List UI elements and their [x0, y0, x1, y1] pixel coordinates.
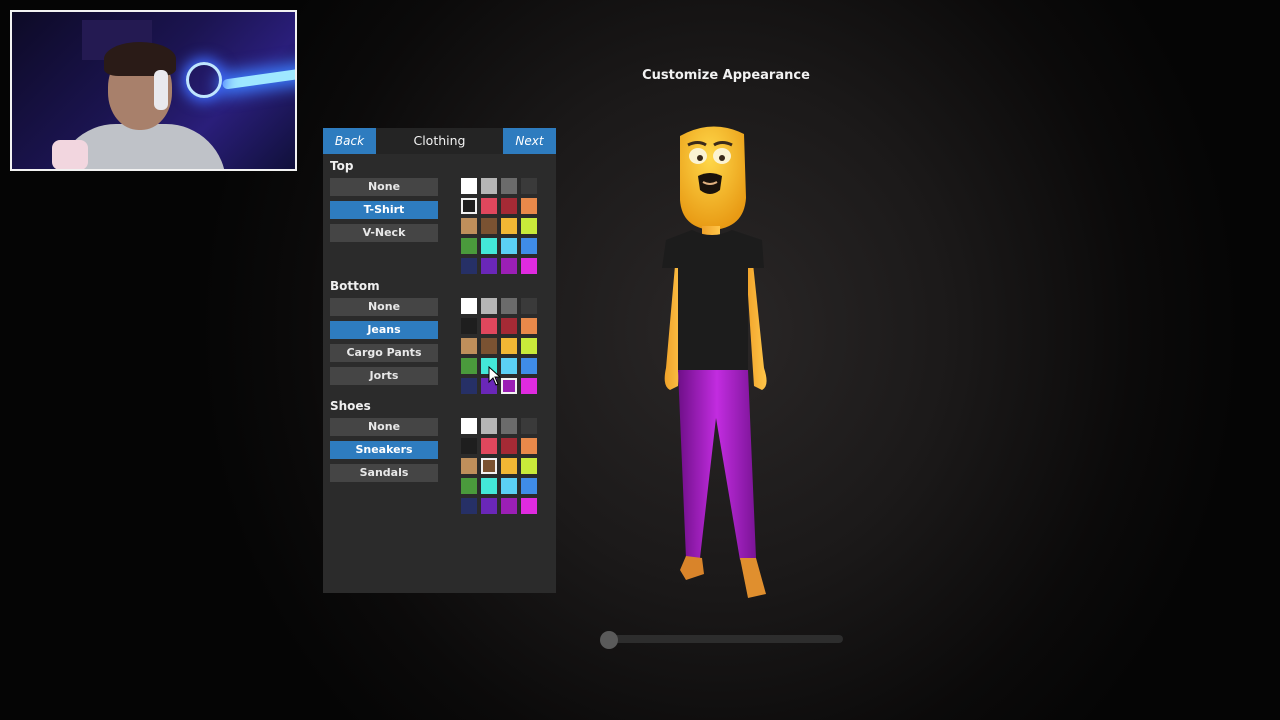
- color-swatch[interactable]: [461, 498, 477, 514]
- color-swatch[interactable]: [521, 378, 537, 394]
- color-swatch[interactable]: [521, 358, 537, 374]
- color-swatch[interactable]: [501, 258, 517, 274]
- color-swatch[interactable]: [521, 338, 537, 354]
- color-swatch[interactable]: [521, 198, 537, 214]
- rotation-slider-thumb[interactable]: [600, 631, 618, 649]
- color-swatch[interactable]: [501, 218, 517, 234]
- bottom-option-jorts[interactable]: Jorts: [330, 367, 438, 385]
- section-label-bottom: Bottom: [330, 279, 380, 293]
- color-swatch[interactable]: [501, 318, 517, 334]
- webcam-overlay: [10, 10, 297, 171]
- color-swatch[interactable]: [501, 418, 517, 434]
- color-swatch[interactable]: [521, 458, 537, 474]
- color-swatch[interactable]: [501, 498, 517, 514]
- color-swatch[interactable]: [481, 238, 497, 254]
- webcam-microphone: [52, 140, 88, 169]
- color-swatch[interactable]: [461, 358, 477, 374]
- top-option-vneck[interactable]: V-Neck: [330, 224, 438, 242]
- color-swatch[interactable]: [521, 318, 537, 334]
- color-swatch[interactable]: [481, 338, 497, 354]
- mouse-cursor-icon: [488, 366, 502, 386]
- color-swatch[interactable]: [501, 178, 517, 194]
- bottom-option-none[interactable]: None: [330, 298, 438, 316]
- color-swatch[interactable]: [481, 498, 497, 514]
- color-swatch[interactable]: [521, 438, 537, 454]
- color-swatch[interactable]: [481, 298, 497, 314]
- color-swatch[interactable]: [501, 378, 517, 394]
- color-swatch[interactable]: [501, 438, 517, 454]
- color-swatch[interactable]: [481, 258, 497, 274]
- shoes-option-none[interactable]: None: [330, 418, 438, 436]
- color-swatch[interactable]: [521, 418, 537, 434]
- color-swatch[interactable]: [461, 418, 477, 434]
- color-swatch[interactable]: [501, 238, 517, 254]
- color-swatch[interactable]: [521, 178, 537, 194]
- character-left-shoe: [680, 556, 704, 580]
- color-swatch[interactable]: [481, 438, 497, 454]
- character-right-shoe: [740, 558, 766, 598]
- color-swatch[interactable]: [461, 258, 477, 274]
- color-swatch[interactable]: [461, 298, 477, 314]
- webcam-led-strip: [221, 60, 295, 90]
- color-swatch[interactable]: [461, 438, 477, 454]
- color-swatch[interactable]: [461, 218, 477, 234]
- clothing-panel: Back Clothing Next Top None T-Shirt V-Ne…: [323, 128, 556, 593]
- rotation-slider-track[interactable]: [606, 635, 843, 643]
- color-swatch[interactable]: [461, 238, 477, 254]
- webcam-headset: [154, 70, 168, 110]
- color-swatch[interactable]: [501, 338, 517, 354]
- character-preview[interactable]: [640, 118, 810, 618]
- panel-header: Back Clothing Next: [323, 128, 556, 154]
- color-swatch[interactable]: [501, 298, 517, 314]
- color-swatch[interactable]: [521, 258, 537, 274]
- section-label-top: Top: [330, 159, 354, 173]
- color-swatch[interactable]: [521, 478, 537, 494]
- color-swatch[interactable]: [521, 298, 537, 314]
- color-swatch[interactable]: [461, 198, 477, 214]
- section-label-shoes: Shoes: [330, 399, 371, 413]
- color-swatch[interactable]: [521, 238, 537, 254]
- color-swatch[interactable]: [481, 418, 497, 434]
- color-swatch[interactable]: [501, 358, 517, 374]
- color-swatch[interactable]: [501, 458, 517, 474]
- character-right-pupil: [719, 155, 725, 161]
- color-swatch[interactable]: [481, 198, 497, 214]
- color-swatch[interactable]: [521, 498, 537, 514]
- webcam-ring-light: [186, 62, 222, 98]
- top-option-tshirt[interactable]: T-Shirt: [330, 201, 438, 219]
- color-swatch[interactable]: [461, 458, 477, 474]
- page-title: Customize Appearance: [642, 68, 810, 83]
- color-swatch[interactable]: [501, 478, 517, 494]
- shoes-option-sneakers[interactable]: Sneakers: [330, 441, 438, 459]
- color-swatch[interactable]: [521, 218, 537, 234]
- color-swatch[interactable]: [461, 318, 477, 334]
- color-swatch[interactable]: [461, 478, 477, 494]
- color-swatch[interactable]: [501, 198, 517, 214]
- panel-title: Clothing: [413, 133, 466, 148]
- color-swatch[interactable]: [481, 318, 497, 334]
- character-right-arm: [746, 254, 767, 390]
- color-swatch[interactable]: [461, 178, 477, 194]
- color-swatch[interactable]: [461, 338, 477, 354]
- shoes-option-sandals[interactable]: Sandals: [330, 464, 438, 482]
- character-left-pupil: [697, 155, 703, 161]
- color-swatch[interactable]: [481, 218, 497, 234]
- color-swatch[interactable]: [481, 178, 497, 194]
- bottom-option-cargo-pants[interactable]: Cargo Pants: [330, 344, 438, 362]
- color-swatch[interactable]: [461, 378, 477, 394]
- color-swatch[interactable]: [481, 458, 497, 474]
- color-swatch[interactable]: [481, 478, 497, 494]
- next-button[interactable]: Next: [503, 128, 556, 154]
- back-button[interactable]: Back: [323, 128, 376, 154]
- character-pants: [678, 370, 756, 560]
- bottom-option-jeans[interactable]: Jeans: [330, 321, 438, 339]
- top-option-none[interactable]: None: [330, 178, 438, 196]
